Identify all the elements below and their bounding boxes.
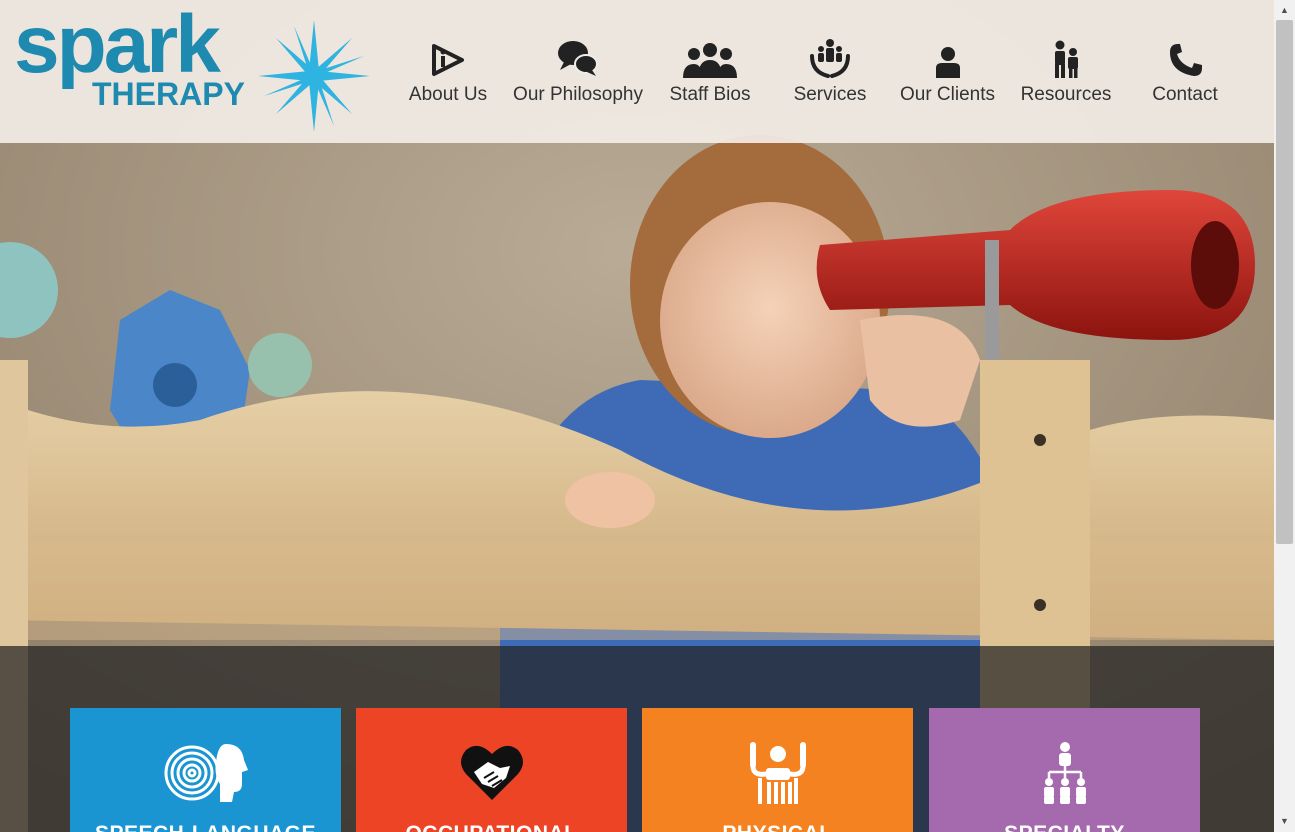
nav-our-clients[interactable]: Our Clients [895,34,1000,106]
nav-staff-bios[interactable]: Staff Bios [660,34,760,106]
nav-staff-bios-label: Staff Bios [669,84,751,105]
raised-arms-person-icon [749,742,806,804]
phone-icon [1170,44,1202,76]
heart-handshake-icon [460,745,523,800]
nav-about-us[interactable]: About Us [398,34,498,106]
scroll-down-arrow-icon[interactable]: ▼ [1274,813,1295,830]
nav-services[interactable]: Services [780,34,880,106]
service-title-physical: PHYSICAL [642,822,913,832]
nav-our-clients-label: Our Clients [899,84,996,105]
nav-about-us-label: About Us [408,84,488,105]
nav-contact[interactable]: Contact [1140,34,1230,106]
service-tile-speech-language[interactable]: SPEECH-LANGUAGE [70,708,341,832]
nav-services-label: Services [793,84,867,105]
vertical-scrollbar[interactable]: ▲ ▼ [1274,0,1295,832]
nav-contact-label: Contact [1152,84,1218,105]
hands-family-icon [810,39,850,78]
parent-child-icon [1055,40,1078,78]
scrollbar-thumb[interactable] [1276,20,1293,544]
chat-bubbles-icon [558,41,598,76]
speech-spiral-head-icon [164,744,248,802]
nav-resources[interactable]: Resources [1016,34,1116,106]
service-title-occupational: OCCUPATIONAL [356,822,627,832]
site-header: spark THERAPY About Us Our Philosophy St… [0,0,1274,143]
scroll-up-arrow-icon[interactable]: ▲ [1274,2,1295,19]
hierarchy-people-icon [1043,742,1086,804]
main-nav: About Us Our Philosophy Staff Bios Servi… [0,34,1274,114]
service-tile-specialty[interactable]: SPECIALTY [929,708,1200,832]
service-title-specialty: SPECIALTY [929,822,1200,832]
service-title-speech-language: SPEECH-LANGUAGE [70,822,341,832]
service-tile-occupational[interactable]: OCCUPATIONAL [356,708,627,832]
nav-our-philosophy[interactable]: Our Philosophy [508,34,648,106]
nav-resources-label: Resources [1020,84,1112,105]
person-icon [935,47,960,78]
nav-our-philosophy-label: Our Philosophy [513,84,643,105]
service-tile-physical[interactable]: PHYSICAL [642,708,913,832]
info-icon [432,44,464,76]
people-group-icon [683,43,737,78]
